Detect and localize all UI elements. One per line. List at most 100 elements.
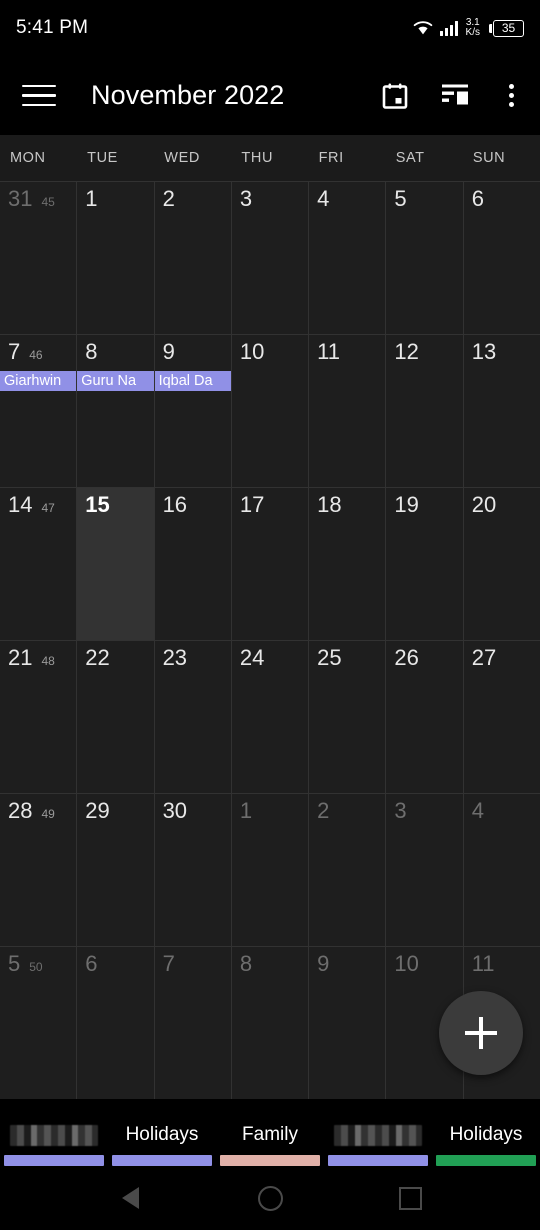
day-number: 1 [239,798,253,823]
day-cell[interactable]: 22 [77,641,154,793]
day-header: 13 [464,341,540,367]
weekday-header: MON TUE WED THU FRI SAT SUN [0,135,540,181]
day-cell[interactable]: 31 45 [0,182,77,334]
day-cell[interactable]: 7 [154,947,231,1099]
day-number: 6 [85,951,98,976]
day-header: 10 [232,341,308,367]
day-header: 5 [386,188,462,214]
day-header: 17 [232,494,308,520]
day-events: Giarhwin [0,371,77,391]
day-number: 21 [8,645,33,670]
day-cell[interactable]: 5 50 [0,947,77,1099]
week-number: 46 [29,348,43,362]
day-header: 3 [386,800,462,826]
week-number: 47 [41,501,55,515]
calendar-month-grid[interactable]: 31 45 1 2 3 4 5 6 7 46 Giarhwin 8 Guru Na 9 Iqbal Da 10… [0,181,540,1099]
day-cell[interactable]: 4 [463,794,540,946]
view-switcher-icon[interactable] [440,81,470,111]
day-cell[interactable]: 3 [386,794,463,946]
day-cell[interactable]: 3 [231,182,309,334]
day-cell[interactable]: 17 [231,488,309,640]
calendar-color-bar [112,1155,212,1166]
day-header: 28 49 [0,800,76,826]
day-cell[interactable]: 25 [309,641,386,793]
calendar-name-redacted [10,1125,98,1146]
day-number: 30 [162,798,188,823]
day-cell[interactable]: 2 [154,182,231,334]
event-chip[interactable]: Giarhwin [0,371,77,391]
day-header: 7 [155,953,231,979]
calendar-legend-item[interactable] [0,1108,108,1166]
day-cell[interactable]: 23 [154,641,231,793]
day-cell[interactable]: 8 Guru Na [77,335,154,487]
day-cell[interactable]: 4 [309,182,386,334]
day-cell[interactable]: 24 [231,641,309,793]
status-clock: 5:41 PM [16,17,89,38]
home-circle-icon[interactable] [248,1176,292,1220]
day-cell-today[interactable]: 15 [77,488,154,640]
day-cell[interactable]: 8 [231,947,309,1099]
overflow-menu-icon[interactable] [500,84,522,107]
day-events: Iqbal Da [154,371,231,391]
day-cell[interactable]: 26 [386,641,463,793]
day-cell[interactable]: 1 [77,182,154,334]
calendar-legend-item[interactable]: Holidays [432,1108,540,1166]
day-header: 24 [232,647,308,673]
hamburger-menu-icon[interactable] [22,81,58,111]
day-cell[interactable]: 2 [309,794,386,946]
day-number: 27 [471,645,497,670]
day-number: 22 [85,645,110,670]
back-triangle-icon[interactable] [108,1176,152,1220]
battery-case: 35 [493,19,524,37]
day-cell[interactable]: 5 [386,182,463,334]
day-cell[interactable]: 12 [386,335,463,487]
day-number: 18 [317,492,342,517]
day-header: 9 [155,341,231,367]
day-cell[interactable]: 1 [231,794,309,946]
day-cell[interactable]: 18 [309,488,386,640]
day-number: 5 [394,186,407,211]
calendar-legend-item[interactable]: Family [216,1108,324,1166]
day-cell[interactable]: 21 48 [0,641,77,793]
day-cell[interactable]: 30 [154,794,231,946]
day-cell[interactable]: 9 [309,947,386,1099]
wifi-icon [413,21,432,35]
day-number: 7 [8,339,21,364]
day-cell[interactable]: 27 [463,641,540,793]
calendar-color-bar [328,1155,428,1166]
day-number: 13 [471,339,497,364]
day-cell[interactable]: 19 [386,488,463,640]
calendar-name: Family [242,1124,298,1145]
day-cell[interactable]: 13 [463,335,540,487]
calendar-legend-item[interactable] [324,1108,432,1166]
day-cell[interactable]: 29 [77,794,154,946]
day-header: 9 [309,953,385,979]
week-number: 49 [41,807,55,821]
day-number: 29 [85,798,110,823]
event-chip[interactable]: Guru Na [77,371,154,391]
day-header: 15 [77,494,153,520]
event-chip[interactable]: Iqbal Da [154,371,231,391]
day-header: 2 [155,188,231,214]
day-cell[interactable]: 10 [231,335,309,487]
day-cell[interactable]: 9 Iqbal Da [154,335,231,487]
day-cell[interactable]: 6 [463,182,540,334]
add-event-fab[interactable] [439,991,523,1075]
day-cell[interactable]: 16 [154,488,231,640]
day-cell[interactable]: 14 47 [0,488,77,640]
day-cell[interactable]: 11 [309,335,386,487]
calendar-today-icon[interactable] [380,81,410,111]
recents-square-icon[interactable] [388,1176,432,1220]
day-header: 4 [464,800,540,826]
day-number: 6 [471,186,484,211]
day-number: 31 [8,186,33,211]
app-toolbar: November 2022 [0,56,540,135]
calendar-legend-item[interactable]: Holidays [108,1108,216,1166]
day-cell[interactable]: 7 46 Giarhwin [0,335,77,487]
day-number: 1 [85,186,98,211]
day-header: 8 [77,341,153,367]
calendar-legend-bar[interactable]: Holidays Family Holidays [0,1108,540,1166]
day-cell[interactable]: 28 49 [0,794,77,946]
day-cell[interactable]: 6 [77,947,154,1099]
day-cell[interactable]: 20 [463,488,540,640]
